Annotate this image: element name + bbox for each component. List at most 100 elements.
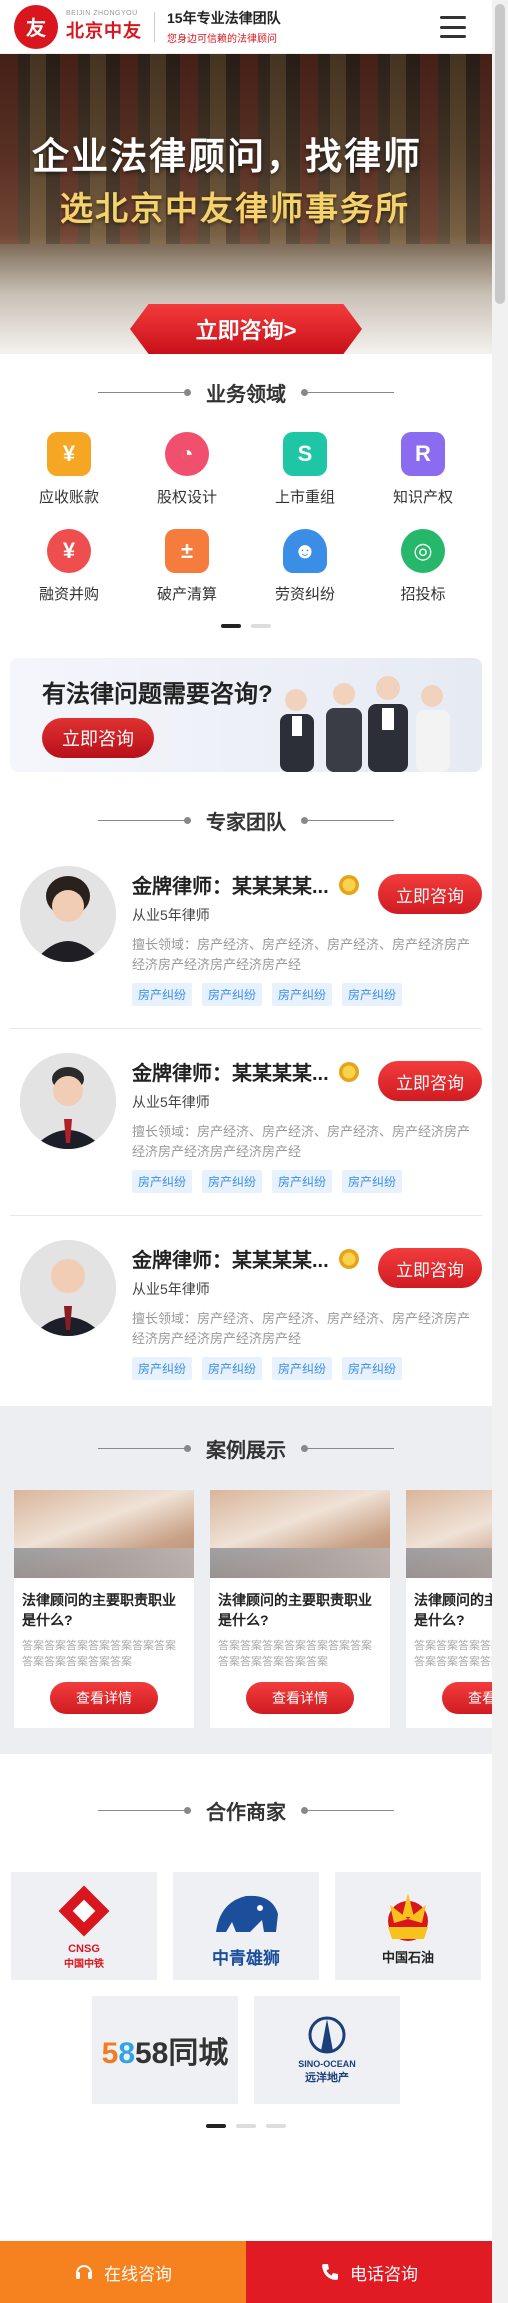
case-card[interactable]: 法律顾问的主要职责职业是什么? 答案答案答案答案答案答案答案答案答案答案答案答案… — [210, 1490, 390, 1728]
expert-desc: 擅长领域：房产经济、房产经济、房产经济、房产经济房产经济房产经济房产经济房产经 — [132, 1311, 471, 1346]
case-card[interactable]: 法律顾问的主要职责职业是什么? 答案答案答案答案答案答案答案答案答案答案答案答案… — [14, 1490, 194, 1728]
hero-banner: 企业法律顾问，找律师 选北京中友律师事务所 立即咨询> — [0, 54, 492, 354]
cases-carousel[interactable]: 法律顾问的主要职责职业是什么? 答案答案答案答案答案答案答案答案答案答案答案答案… — [0, 1490, 492, 1728]
partner-58[interactable]: 5858同城 — [92, 1996, 238, 2104]
expert-avatar[interactable] — [20, 1240, 116, 1336]
banner-consult-button[interactable]: 立即咨询> — [130, 304, 362, 354]
expert-desc: 擅长领域：房产经济、房产经济、房产经济、房产经济房产经济房产经济房产经济房产经 — [132, 1124, 471, 1159]
title-line-left — [98, 388, 191, 396]
money-bag-icon: ¥ — [47, 529, 91, 573]
title-line-right — [301, 1806, 394, 1814]
biz-label: 知识产权 — [392, 489, 453, 506]
expert-consult-button[interactable]: 立即咨询 — [378, 1061, 482, 1101]
case-card[interactable]: 法律顾问的主要职责职业是什么? 答案答案答案答案答案答案答案答案答案答案答案答案… — [406, 1490, 492, 1728]
expert-tag: 房产纠纷 — [272, 1357, 333, 1380]
experts-title: 专家团队 — [206, 811, 286, 834]
biz-item-receivables[interactable]: ¥ 应收账款 — [10, 432, 128, 507]
expert-tag: 房产纠纷 — [132, 1357, 193, 1380]
online-consult-button[interactable]: 在线咨询 — [0, 2241, 246, 2303]
medal-icon — [338, 1061, 359, 1082]
expert-tag: 房产纠纷 — [342, 1170, 403, 1193]
case-detail-button[interactable]: 查看详情 — [246, 1682, 354, 1714]
biz-label: 上市重组 — [274, 489, 335, 506]
biz-label: 股权设计 — [156, 489, 217, 506]
partner-brand: SINO-OCEAN — [298, 2059, 356, 2069]
title-line-right — [301, 816, 394, 824]
shield-r-icon: R — [401, 432, 445, 476]
logo-text[interactable]: BEIJIN ZHONGYOU 北京中友 — [66, 10, 142, 43]
biz-item-bankruptcy[interactable]: ± 破产清算 — [128, 529, 246, 604]
expert-tag: 房产纠纷 — [272, 1170, 333, 1193]
expert-avatar[interactable] — [20, 866, 116, 962]
page-dot[interactable] — [236, 2124, 256, 2128]
lawyers-group-image — [280, 676, 450, 772]
hamburger-menu-icon[interactable] — [440, 16, 466, 38]
partner-name: 中国中铁 — [64, 1958, 104, 1970]
consult-banner: 有法律问题需要咨询? 立即咨询 — [10, 658, 482, 772]
expert-avatar[interactable] — [20, 1053, 116, 1149]
worker-icon: ☻ — [283, 529, 327, 573]
expert-name: 金牌律师：某某某某... — [132, 1063, 329, 1085]
partner-petrochina[interactable]: 中国石油 — [335, 1872, 481, 1980]
biz-label: 应收账款 — [38, 489, 99, 506]
medal-icon — [338, 1248, 359, 1269]
business-pagination — [0, 624, 492, 628]
biz-label: 劳资纠纷 — [274, 586, 335, 603]
case-detail-button[interactable]: 查看详情 — [442, 1682, 492, 1714]
expert-desc: 擅长领域：房产经济、房产经济、房产经济、房产经济房产经济房产经济房产经济房产经 — [132, 937, 471, 972]
expert-name: 金牌律师：某某某某... — [132, 876, 329, 898]
case-title: 法律顾问的主要职责职业是什么? — [22, 1592, 176, 1628]
pie-chart-icon: ◔ — [165, 432, 209, 476]
page-dot-active[interactable] — [206, 2124, 226, 2128]
biz-item-ipo[interactable]: S 上市重组 — [246, 432, 364, 507]
title-line-right — [301, 388, 394, 396]
bottom-action-bar: 在线咨询 电话咨询 — [0, 2241, 492, 2303]
case-image — [210, 1490, 390, 1578]
calculator-icon: ± — [165, 529, 209, 573]
target-icon: ◎ — [401, 529, 445, 573]
biz-item-ip[interactable]: R 知识产权 — [364, 432, 482, 507]
partner-lion[interactable]: 中青雄狮 — [173, 1872, 319, 1980]
expert-consult-button[interactable]: 立即咨询 — [378, 874, 482, 914]
title-line-left — [98, 1444, 191, 1452]
partners-grid: CNSG 中国中铁 中青雄狮 中国石油 5858同城 SINO-OCEAN 远洋… — [0, 1866, 492, 2104]
slogan-title: 15年专业法律团队 — [167, 10, 281, 26]
consult-button[interactable]: 立即咨询 — [42, 718, 154, 758]
header-slogan: 15年专业法律团队 您身边可信赖的法律顾问 — [167, 8, 281, 45]
case-image — [14, 1490, 194, 1578]
scrollbar-thumb[interactable] — [495, 4, 505, 304]
page-dot[interactable] — [251, 624, 271, 628]
page-dot[interactable] — [266, 2124, 286, 2128]
logo-icon[interactable]: 友 — [14, 4, 58, 49]
phone-consult-button[interactable]: 电话咨询 — [246, 2241, 492, 2303]
biz-item-ma[interactable]: ¥ 融资并购 — [10, 529, 128, 604]
case-desc: 答案答案答案答案答案答案答案答案答案答案答案答案 — [218, 1640, 372, 1668]
experts-section-title: 专家团队 — [0, 790, 492, 850]
title-line-right — [301, 1444, 394, 1452]
logo-en: BEIJIN ZHONGYOU — [66, 10, 138, 17]
page-dot-active[interactable] — [221, 624, 241, 628]
expert-card: 金牌律师：某某某某... 从业5年律师 擅长领域：房产经济、房产经济、房产经济、… — [10, 850, 482, 1029]
cnsg-logo-icon — [58, 1885, 110, 1936]
medal-icon — [338, 874, 359, 895]
biz-label: 破产清算 — [156, 586, 217, 603]
expert-tags: 房产纠纷 房产纠纷 房产纠纷 房产纠纷 — [132, 1170, 482, 1193]
logo-cn: 北京中友 — [66, 21, 142, 41]
partner-name: 远洋地产 — [305, 2072, 349, 2084]
expert-tag: 房产纠纷 — [342, 983, 403, 1006]
lion-logo-icon — [216, 1895, 278, 1932]
biz-item-labor[interactable]: ☻ 劳资纠纷 — [246, 529, 364, 604]
cases-section-title: 案例展示 — [0, 1406, 492, 1490]
partners-title: 合作商家 — [206, 1801, 286, 1824]
partner-sino-ocean[interactable]: SINO-OCEAN 远洋地产 — [254, 1996, 400, 2104]
title-line-left — [98, 1806, 191, 1814]
case-detail-button[interactable]: 查看详情 — [50, 1682, 158, 1714]
biz-item-equity[interactable]: ◔ 股权设计 — [128, 432, 246, 507]
partners-section-title: 合作商家 — [0, 1754, 492, 1866]
partner-brand: CNSG — [68, 1942, 100, 1955]
partner-cnsg[interactable]: CNSG 中国中铁 — [11, 1872, 157, 1980]
cases-section: 案例展示 法律顾问的主要职责职业是什么? 答案答案答案答案答案答案答案答案答案答… — [0, 1406, 492, 1754]
biz-item-bidding[interactable]: ◎ 招投标 — [364, 529, 482, 604]
scrollbar[interactable] — [492, 0, 508, 2303]
expert-consult-button[interactable]: 立即咨询 — [378, 1248, 482, 1288]
